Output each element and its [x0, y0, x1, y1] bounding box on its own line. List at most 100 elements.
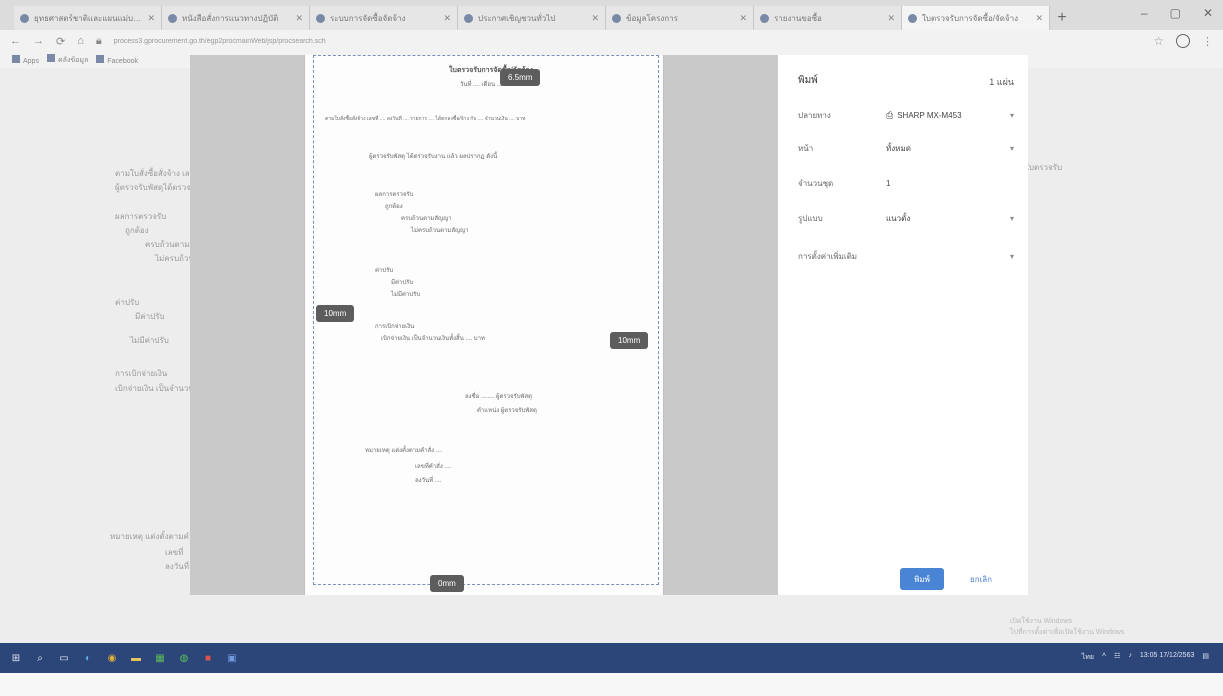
browser-tab[interactable]: ระบบการจัดซื้อจัดจ้าง ✕	[310, 6, 458, 30]
doc-line: ตำแหน่ง ผู้ตรวจรับพัสดุ	[477, 408, 537, 414]
home-icon[interactable]: ⌂	[77, 35, 84, 47]
pages-select[interactable]: ทั้งหมด	[886, 142, 1010, 155]
window-controls: – ▢ ✕	[1141, 6, 1213, 20]
close-icon[interactable]: ✕	[1035, 13, 1043, 24]
doc-line: ครบถ้วนตามสัญญา	[401, 216, 452, 222]
browser-tab[interactable]: หนังสือสั่งการแนวทางปฏิบัติ ✕	[162, 6, 310, 30]
print-settings-panel: พิมพ์ 1 แผ่น ปลายทาง ⎙ SHARP MX-M453 ▾ หน…	[778, 55, 1028, 595]
profile-icon[interactable]	[1176, 34, 1190, 48]
bg-text: มีค่าปรับ	[135, 312, 165, 321]
close-icon[interactable]: ✕	[443, 13, 451, 24]
destination-row[interactable]: ปลายทาง ⎙ SHARP MX-M453 ▾	[798, 107, 1014, 123]
pages-row[interactable]: หน้า ทั้งหมด ▾	[798, 140, 1014, 156]
bg-text: ถูกต้อง	[125, 226, 149, 235]
destination-label: ปลายทาง	[798, 110, 831, 120]
doc-line: ลงวันที่ ....	[415, 478, 442, 484]
star-icon[interactable]: ☆	[1153, 34, 1164, 48]
print-button[interactable]: พิมพ์	[900, 568, 944, 590]
system-tray: ไทย ˄ ☷ ♪ 13:05 17/12/2563 ▤	[1082, 652, 1209, 663]
back-icon[interactable]: ←	[10, 35, 21, 47]
clock[interactable]: 13:05 17/12/2563	[1140, 652, 1195, 663]
volume-icon[interactable]: ♪	[1128, 652, 1132, 663]
windows-start-icon[interactable]: ⊞	[10, 652, 22, 664]
language-indicator[interactable]: ไทย	[1082, 652, 1094, 663]
doc-line: หมายเหตุ แต่งตั้งตามคำสั่ง ....	[365, 448, 443, 454]
doc-line: ผู้ตรวจรับพัสดุ ได้ตรวจรับงาน แล้ว ผลปรา…	[369, 154, 498, 160]
notification-icon[interactable]: ▤	[1202, 652, 1209, 663]
site-icon	[908, 13, 917, 23]
more-settings-label: การตั้งค่าเพิ่มเติม	[798, 251, 858, 261]
reload-icon[interactable]: ⟳	[56, 35, 65, 48]
search-icon[interactable]: ⌕	[34, 652, 46, 664]
right-margin-badge: 10mm	[610, 332, 649, 349]
doc-line: ค่าปรับ	[375, 268, 394, 274]
close-icon[interactable]: ✕	[739, 13, 747, 24]
doc-line: ตามใบสั่งซื้อสั่งจ้าง เลขที่ .... ลงวันท…	[325, 116, 526, 122]
bookmark-icon	[46, 54, 55, 62]
doc-line: เลขที่คำสั่ง ....	[415, 464, 452, 470]
facebook-icon	[96, 55, 105, 63]
browser-tab[interactable]: ข้อมูลโครงการ ✕	[606, 6, 754, 30]
copies-label: จำนวนชุด	[798, 178, 834, 188]
taskbar: ⊞ ⌕ ▭ ◐ ◉ ▬ ▦ ◍ ■ ▣ ไทย ˄ ☷ ♪ 13:05 17/1…	[0, 643, 1223, 673]
browser-tab[interactable]: ประกาศเชิญชวนทั่วไป ✕	[458, 6, 606, 30]
bg-text: หมายเหตุ แต่งตั้งตามคำสั่ง	[110, 532, 203, 541]
layout-row[interactable]: รูปแบบ แนวตั้ง ▾	[798, 210, 1014, 226]
activation-watermark: เปิดใช้งาน Windows ไปที่การตั้งค่าเพื่อเ…	[1010, 618, 1125, 636]
close-icon[interactable]: ✕	[591, 13, 599, 24]
chevron-down-icon[interactable]: ▾	[1010, 252, 1014, 261]
line-icon[interactable]: ◍	[178, 652, 190, 664]
print-title: พิมพ์	[798, 75, 818, 86]
bg-text: ผู้ตรวจรับพัสดุได้ตรวจรับ	[115, 183, 201, 192]
bg-text: เลขที่	[165, 548, 184, 557]
bg-text: ค่าปรับ	[115, 298, 140, 307]
doc-line: ลงชื่อ ........ ผู้ตรวจรับพัสดุ	[465, 394, 533, 400]
destination-select[interactable]: ⎙ SHARP MX-M453	[886, 110, 1010, 121]
bookmark-item[interactable]: คลังข้อมูล	[46, 54, 88, 66]
cancel-button[interactable]: ยกเลิก	[970, 568, 992, 590]
word-icon[interactable]: ▣	[226, 652, 238, 664]
doc-line: ไม่ครบถ้วนตามสัญญา	[411, 228, 469, 234]
copies-row[interactable]: จำนวนชุด 1	[798, 175, 1014, 191]
pages-label: หน้า	[798, 143, 814, 153]
left-margin-badge: 10mm	[316, 305, 355, 322]
tray-chevron-icon[interactable]: ˄	[1102, 652, 1106, 663]
bookmark-item[interactable]: Facebook	[96, 55, 138, 65]
doc-line: การเบิกจ่ายเงิน	[375, 324, 415, 330]
bookmark-item[interactable]: Apps	[12, 55, 39, 65]
file-explorer-icon[interactable]: ▬	[130, 652, 142, 664]
chevron-down-icon: ▾	[1009, 110, 1014, 120]
doc-line: ไม่มีค่าปรับ	[391, 292, 421, 298]
app-icon[interactable]: ■	[202, 652, 214, 664]
close-icon[interactable]: ✕	[295, 13, 303, 24]
page-count: 1 แผ่น	[989, 77, 1014, 87]
bg-text: การเบิกจ่ายเงิน	[115, 369, 168, 378]
more-settings-row[interactable]: การตั้งค่าเพิ่มเติม ▾	[798, 248, 1014, 264]
close-icon[interactable]: ✕	[147, 13, 155, 24]
new-tab-button[interactable]: +	[1050, 6, 1074, 30]
layout-select[interactable]: แนวตั้ง	[886, 212, 1010, 225]
chrome-icon[interactable]: ◉	[106, 652, 118, 664]
browser-tab[interactable]: ยุทธศาสตร์ชาติและแผนแม่บทภายใต้ยุทธศาสตร…	[14, 6, 162, 30]
doc-line: ผลการตรวจรับ	[375, 192, 414, 198]
site-icon	[760, 13, 769, 23]
task-view-icon[interactable]: ▭	[58, 652, 70, 664]
excel-icon[interactable]: ▦	[154, 652, 166, 664]
bg-text: ลงวันที่	[165, 562, 190, 571]
menu-icon[interactable]: ⋮	[1202, 35, 1213, 48]
close-icon[interactable]: ✕	[887, 13, 895, 24]
forward-icon[interactable]: →	[33, 35, 44, 47]
browser-tab-active[interactable]: ใบตรวจรับการจัดซื้อ/จัดจ้าง ✕	[902, 6, 1050, 30]
layout-label: รูปแบบ	[798, 213, 823, 223]
print-preview-area: ใบตรวจรับการจัดซื้อ/จัดจ้าง วันที่ .... …	[190, 55, 778, 595]
network-icon[interactable]: ☷	[1114, 652, 1120, 663]
close-window-button[interactable]: ✕	[1203, 6, 1213, 20]
printer-icon: ⎙	[886, 109, 894, 120]
browser-tab[interactable]: รายงานขอซื้อ ✕	[754, 6, 902, 30]
edge-icon[interactable]: ◐	[82, 652, 94, 664]
copies-input[interactable]: 1	[886, 179, 1014, 188]
maximize-button[interactable]: ▢	[1170, 6, 1181, 20]
site-icon	[20, 13, 29, 23]
url-field[interactable]: process3.gprocurement.go.th/egp2procmain…	[114, 38, 1142, 45]
minimize-button[interactable]: –	[1141, 6, 1148, 20]
